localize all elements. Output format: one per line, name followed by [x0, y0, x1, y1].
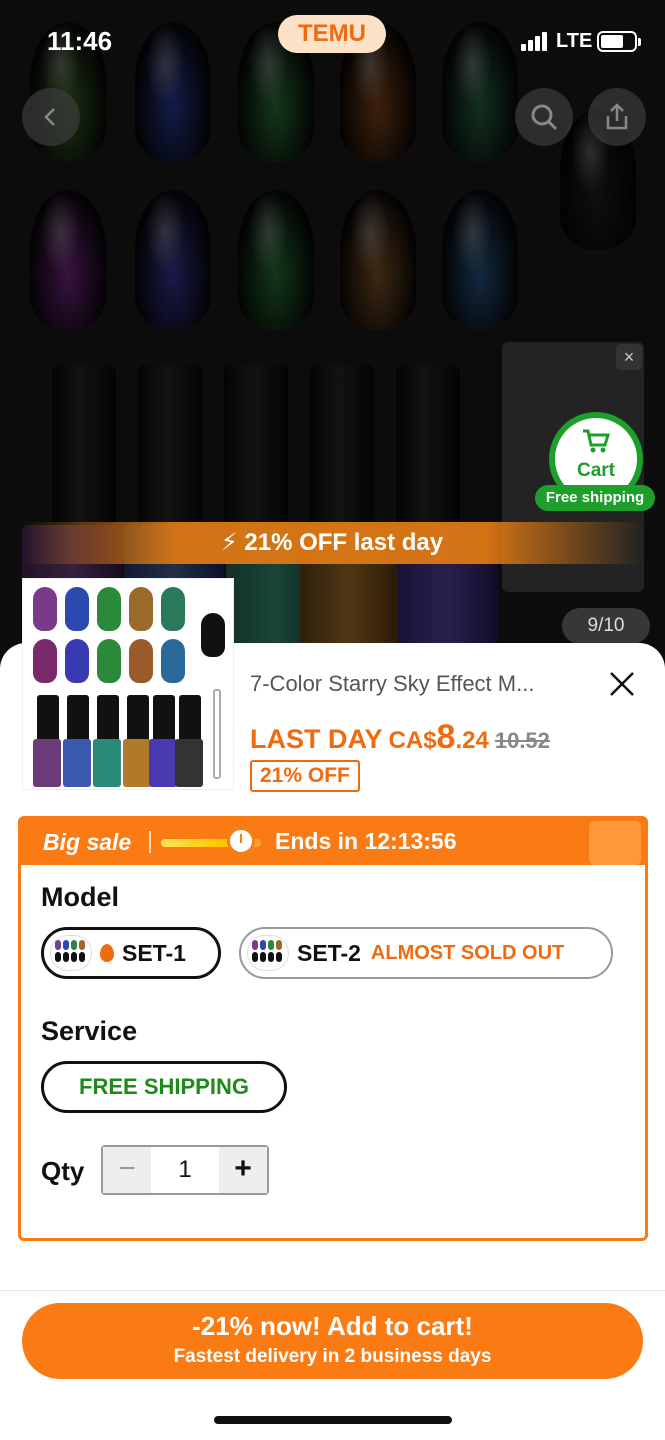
qty-label: Qty [41, 1156, 85, 1186]
lightning-icon: ⚡ [220, 529, 238, 556]
set-thumbnail [247, 935, 289, 971]
original-price: 10.52 [494, 728, 550, 753]
status-bar: 11:46 TEMU LTE [0, 0, 665, 80]
app-brand-badge: TEMU [278, 15, 386, 53]
search-icon [531, 104, 558, 131]
increase-qty-button[interactable]: + [219, 1147, 267, 1193]
sale-panel: Big sale Ends in 12:13:56 Model SET-1 SE… [18, 816, 648, 1241]
product-title: 7-Color Starry Sky Effect M... [250, 671, 535, 696]
model-name: SET-1 [122, 939, 186, 966]
model-label: Model [41, 882, 119, 912]
price-cents: .24 [455, 727, 489, 754]
decrease-qty-button[interactable]: − [103, 1147, 151, 1193]
cart-icon [583, 429, 611, 453]
search-button[interactable] [515, 88, 573, 146]
flame-icon [100, 944, 114, 962]
service-label: Service [41, 1016, 138, 1046]
qty-value[interactable]: 1 [151, 1147, 219, 1193]
price-main: 8 [436, 718, 456, 756]
price-row: LAST DAY CA$8.24 10.52 [250, 718, 550, 757]
share-icon [606, 103, 628, 130]
last-day-label: LAST DAY [250, 724, 383, 754]
home-indicator[interactable] [214, 1416, 452, 1424]
product-thumbnail[interactable] [22, 578, 234, 790]
header-divider [149, 831, 151, 853]
price-currency: CA$ [388, 727, 437, 754]
close-icon[interactable]: × [616, 344, 642, 370]
image-page-indicator: 9/10 [562, 608, 650, 644]
model-option-set-1[interactable]: SET-1 [41, 927, 221, 979]
network-type: LTE [556, 30, 593, 52]
add-to-cart-button[interactable]: -21% now! Add to cart! Fastest delivery … [22, 1303, 643, 1379]
promo-banner-text: 21% OFF last day [244, 529, 444, 556]
big-sale-label: Big sale [43, 829, 132, 855]
discount-badge: 21% OFF [250, 760, 360, 792]
service-option-free-shipping[interactable]: FREE SHIPPING [41, 1061, 287, 1113]
cart-label: Cart [576, 460, 615, 481]
battery-icon [597, 31, 641, 52]
clock-icon [227, 827, 255, 855]
footer-divider [0, 1290, 665, 1291]
add-to-cart-label: -21% now! Add to cart! [192, 1311, 473, 1341]
chevron-left-icon [44, 108, 55, 126]
signal-icon [521, 32, 549, 51]
model-option-set-2[interactable]: SET-2 ALMOST SOLD OUT [239, 927, 613, 979]
back-button[interactable] [22, 88, 80, 146]
model-name: SET-2 [297, 939, 361, 966]
countdown-timer: Ends in 12:13:56 [275, 828, 457, 854]
set-thumbnail [50, 935, 92, 971]
promo-banner: ⚡ 21% OFF last day [22, 522, 642, 564]
almost-sold-out-label: ALMOST SOLD OUT [370, 941, 565, 964]
quantity-stepper: − 1 + [101, 1145, 269, 1195]
ticket-icon [589, 821, 641, 865]
big-sale-header: Big sale Ends in 12:13:56 [21, 819, 645, 865]
free-shipping-badge: Free shipping [535, 485, 655, 511]
status-time: 11:46 [47, 26, 113, 56]
delivery-note: Fastest delivery in 2 business days [173, 1346, 492, 1367]
close-icon[interactable] [606, 668, 638, 700]
share-button[interactable] [588, 88, 646, 146]
